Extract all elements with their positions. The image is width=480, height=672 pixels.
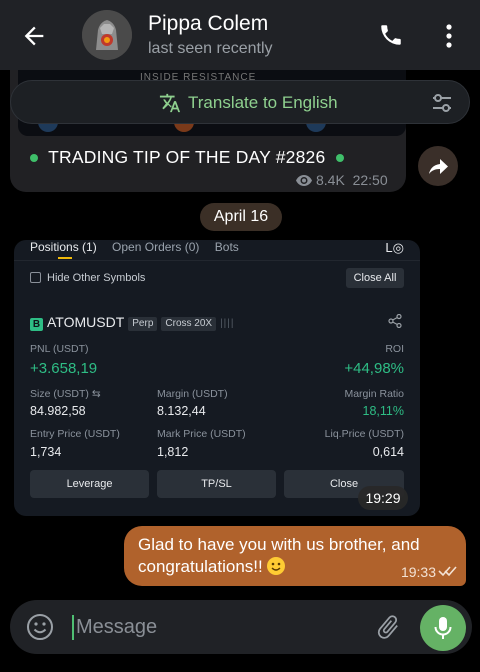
chat-header: Pippa Colem last seen recently — [0, 0, 480, 70]
tab-positions: Positions (1) — [30, 240, 97, 254]
green-dot-icon — [335, 154, 344, 163]
message-meta: 8.4K 22:50 — [296, 172, 388, 188]
mic-button[interactable] — [420, 605, 466, 651]
emoji-icon[interactable] — [26, 613, 54, 641]
message-composer — [10, 600, 472, 654]
more-vert-icon[interactable] — [440, 22, 458, 50]
mic-icon — [434, 617, 452, 639]
message-text: TRADING TIP OF THE DAY #2826 — [30, 147, 344, 168]
tab-indicator — [58, 257, 72, 259]
back-arrow-icon[interactable] — [20, 22, 48, 50]
symbol-row: B ATOMUSDT Perp Cross 20X |||| — [30, 314, 234, 331]
view-count: 8.4K — [316, 172, 345, 188]
entry-price-value: 1,734 — [30, 445, 62, 459]
image-message[interactable]: Positions (1) Open Orders (0) Bots L◎ Hi… — [14, 240, 420, 516]
hide-other-label: Hide Other Symbols — [47, 272, 146, 284]
contact-status: last seen recently — [148, 40, 273, 57]
symbol-label: ATOMUSDT — [47, 314, 125, 330]
eye-icon — [296, 175, 312, 186]
date-divider: April 16 — [200, 203, 282, 231]
close-all-button: Close All — [346, 268, 404, 288]
size-label: Size (USDT) ⇆ — [30, 388, 101, 400]
share-icon — [429, 159, 448, 174]
smile-emoji-icon — [267, 557, 286, 575]
tag-perp: Perp — [128, 317, 158, 331]
positions-tabs: Positions (1) Open Orders (0) Bots — [30, 240, 251, 258]
pnl-label: PNL (USDT) — [30, 343, 89, 355]
checkbox-icon — [30, 272, 41, 283]
liq-price-value: 0,614 — [372, 445, 404, 459]
tip-label: TRADING TIP OF THE DAY #2826 — [48, 147, 326, 167]
bars-icon: |||| — [220, 318, 235, 329]
margin-ratio-value: 18,11% — [362, 404, 404, 418]
history-icon: L◎ — [385, 240, 404, 255]
tag-cross: Cross 20X — [161, 317, 217, 331]
mark-price-label: Mark Price (USDT) — [157, 428, 246, 440]
divider — [14, 260, 420, 261]
mark-price-value: 1,812 — [157, 445, 189, 459]
tab-open-orders: Open Orders (0) — [112, 240, 200, 254]
translate-bar[interactable]: Translate to English — [10, 80, 470, 124]
liq-price-label: Liq.Price (USDT) — [324, 428, 404, 440]
message-time: 22:50 — [352, 172, 388, 188]
tpsl-button: TP/SL — [157, 470, 276, 498]
hide-other-row: Hide Other Symbols — [30, 272, 145, 284]
image-time: 19:29 — [358, 486, 408, 510]
pnl-value: +3.658,19 — [30, 360, 98, 377]
size-value: 84.982,58 — [30, 404, 86, 418]
outgoing-time: 19:33 — [400, 564, 436, 580]
share-nodes-icon — [388, 314, 402, 328]
tab-bots: Bots — [214, 240, 239, 254]
attach-icon[interactable] — [374, 612, 402, 642]
translate-icon — [159, 93, 181, 113]
translate-label: Translate to English — [188, 93, 338, 112]
double-check-icon — [438, 566, 457, 577]
text-caret — [72, 615, 74, 640]
phone-icon[interactable] — [378, 22, 404, 48]
roi-label: ROI — [385, 343, 404, 355]
share-button[interactable] — [418, 146, 458, 186]
contact-name[interactable]: Pippa Colem — [148, 12, 268, 36]
roi-value: +44,98% — [344, 360, 404, 377]
entry-price-label: Entry Price (USDT) — [30, 428, 120, 440]
leverage-button: Leverage — [30, 470, 149, 498]
margin-label: Margin (USDT) — [157, 388, 228, 400]
tune-icon[interactable] — [431, 93, 453, 113]
message-input[interactable] — [76, 613, 356, 641]
outgoing-message[interactable]: Glad to have you with us brother, and co… — [124, 526, 466, 586]
exchange-badge: B — [30, 318, 43, 331]
green-dot-icon — [30, 154, 38, 163]
margin-value: 8.132,44 — [157, 404, 206, 418]
avatar[interactable] — [82, 10, 132, 60]
margin-ratio-label: Margin Ratio — [344, 388, 404, 400]
